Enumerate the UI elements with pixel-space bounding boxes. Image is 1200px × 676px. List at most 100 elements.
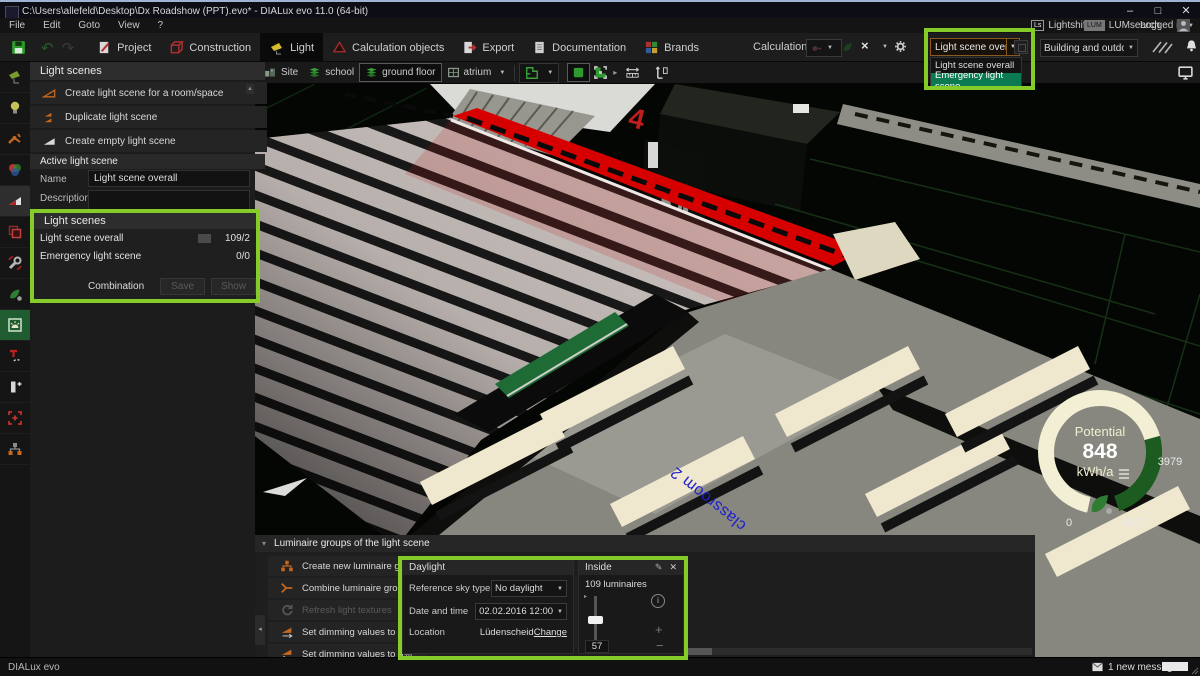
save-button[interactable]: Save [160,278,205,295]
scrollbar-thumb[interactable] [686,648,712,655]
floorplan-view-button[interactable]: ▼ [519,63,559,83]
combination-label: Combination [88,281,144,292]
info-icon[interactable]: i [651,594,665,608]
gauge-tick-max: 4827 [1122,517,1146,529]
chevron-down-icon: ▼ [557,609,563,615]
resize-grip[interactable] [1191,667,1199,675]
tab-school[interactable]: school [303,64,359,81]
menu-edit[interactable]: Edit [34,19,69,32]
tab-atrium[interactable]: atrium ▼ [442,64,511,81]
shade-raster-icon[interactable] [1150,39,1176,55]
tab-export[interactable]: Export [453,33,523,62]
copy-arrangement-tool[interactable] [0,217,30,248]
tab-calculation-objects[interactable]: Calculation objects [323,33,453,62]
scene-name-field[interactable]: Light scene overall [88,170,250,187]
menu-goto[interactable]: Goto [69,19,109,32]
chevron-right-icon[interactable]: ▸ [613,68,617,77]
area-select-tool[interactable] [0,403,30,434]
gauge-unit: kWh/a [1077,464,1115,479]
construction-icon [169,40,184,55]
undo-icon[interactable]: ↶ [41,39,54,57]
tab-project[interactable]: Project [88,33,160,62]
light-scenes-panel: Light scenes Create light scene for a ro… [30,62,255,657]
duplicate-scene-button[interactable]: Duplicate light scene [30,106,267,128]
wall-mount-tool[interactable] [0,372,30,403]
avatar[interactable] [1177,19,1190,32]
tab-documentation[interactable]: Documentation [523,33,635,62]
dropdown-option-emergency[interactable]: Emergency light scene [931,73,1021,88]
view-3d-button[interactable] [567,63,590,82]
scene-description-field[interactable] [88,190,250,214]
scene-checkbox[interactable] [198,234,211,243]
floorplan-icon [525,66,539,80]
dimming-value-field[interactable]: 57 [585,640,609,653]
scene-row-overall[interactable]: Light scene overall 109/2 [34,229,256,247]
monitor-icon[interactable] [1177,64,1194,81]
horizontal-scrollbar[interactable] [686,648,1032,655]
maintenance-tool[interactable] [0,248,30,279]
fullscreen-icon[interactable] [593,65,608,80]
maximize-button[interactable]: □ [1144,4,1172,19]
view-mode-select[interactable]: Building and outdoor pla... ▼ [1040,39,1138,57]
bar-plus-icon [7,379,23,395]
menu-view[interactable]: View [109,19,149,32]
menu-bar: File Edit Goto View ? [0,18,1200,33]
sky-type-select[interactable]: No daylight ▼ [491,580,567,597]
show-button[interactable]: Show [211,278,256,295]
lightshift-button[interactable]: Ls Lightshift [1031,18,1088,33]
dimming-slider-handle[interactable] [588,616,603,624]
joint-arrows-icon [7,131,23,147]
group-tree-tool[interactable] [0,434,30,465]
gear-icon[interactable] [893,39,908,54]
floor-layers-icon [365,66,378,79]
menu-file[interactable]: File [0,19,34,32]
energy-leaf-toolbar-icon[interactable] [841,40,855,54]
minimize-button[interactable]: – [1116,4,1144,19]
energy-tool[interactable] [0,279,30,310]
create-empty-scene-button[interactable]: Create empty light scene [30,130,267,152]
tab-light[interactable]: Light [260,33,323,62]
inside-title: Inside [585,562,655,573]
decrement-button[interactable]: − [656,638,664,653]
calculation-options-chevron[interactable]: ▼ [882,44,888,50]
date-time-select[interactable]: 02.02.2016 12:00 ▼ [475,603,567,620]
scrollbar-up-arrow[interactable]: ▲ [246,84,254,94]
luminaires-tool[interactable] [0,62,30,93]
joint-tool[interactable] [0,124,30,155]
dimming-tool[interactable] [0,186,30,217]
tab-ground-floor[interactable]: ground floor [359,63,441,82]
lamp-icon [7,69,23,85]
chevron-down-icon: ▼ [1128,45,1134,51]
solid-view-icon [571,65,586,80]
tab-site[interactable]: Site [259,64,303,81]
merge-icon [280,581,294,595]
calculation-mode-button[interactable]: ▼ [806,39,842,57]
measure-horizontal-icon[interactable] [625,65,640,80]
escape-route-tool[interactable] [0,341,30,372]
scene-settings-button[interactable] [1014,40,1028,54]
light-scene-select[interactable]: Light scene overall ▼ [930,38,1020,56]
bell-icon[interactable] [1184,38,1199,54]
create-scene-button[interactable]: Create light scene for a room/space [30,82,267,104]
panel-collapse-button[interactable]: ◂ [255,615,265,645]
bulb-tool[interactable] [0,93,30,124]
scene-row-emergency[interactable]: Emergency light scene 0/0 [34,247,256,265]
tab-construction[interactable]: Construction [160,33,260,62]
date-time-label: Date and time [409,606,475,617]
collapse-chevron-icon[interactable]: ▾ [262,539,266,548]
save-icon[interactable] [10,39,27,56]
color-filter-icon [7,162,23,178]
light-color-tool[interactable] [0,155,30,186]
measure-vertical-icon[interactable] [655,65,670,80]
close-button[interactable]: ✕ [1172,4,1200,19]
close-icon[interactable]: ✕ [669,562,677,573]
change-location-link[interactable]: Change [534,627,567,638]
menu-help[interactable]: ? [149,19,173,32]
gauge-title: Potential [1075,424,1126,439]
daylight-tool[interactable] [0,310,30,341]
cancel-calculation-icon[interactable]: × [861,38,869,53]
increment-button[interactable]: + [655,622,663,637]
copy-frames-icon [7,224,23,240]
tab-brands[interactable]: Brands [635,33,708,62]
edit-pencil-icon[interactable]: ✎ [655,562,663,573]
